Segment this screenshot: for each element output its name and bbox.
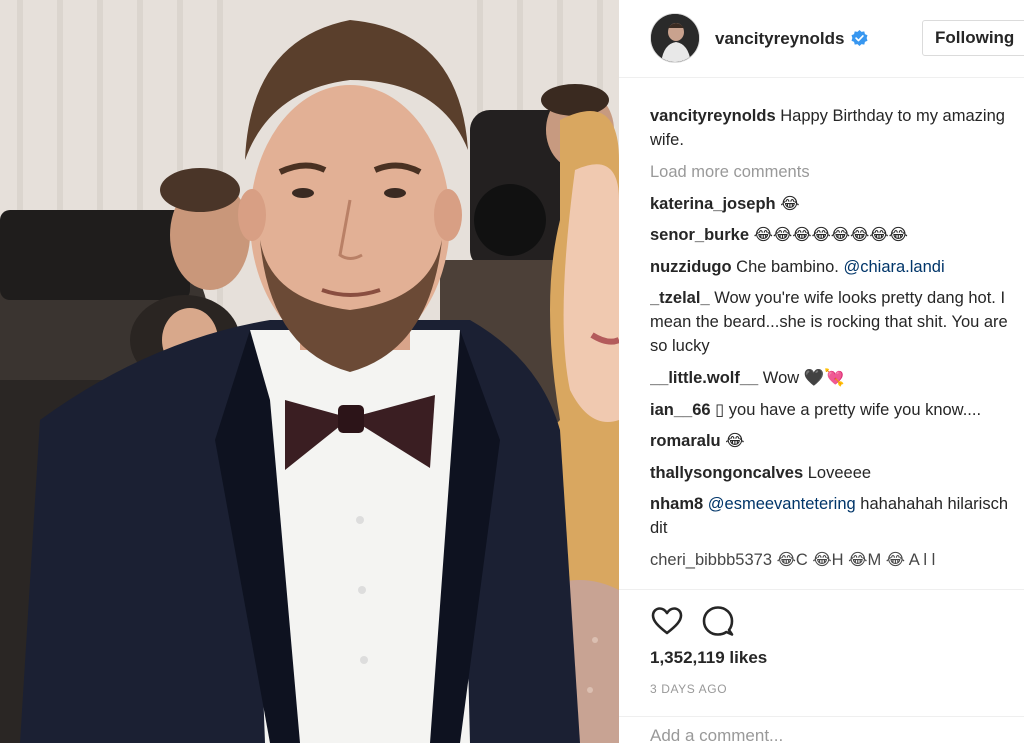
verified-badge-icon: [851, 30, 868, 46]
comment-username[interactable]: katerina_joseph: [650, 195, 776, 213]
comment-item: thallysongoncalves Loveeee: [650, 461, 1010, 485]
photo-illustration: [0, 0, 619, 743]
comment-mention-link[interactable]: @chiara.landi: [843, 258, 944, 276]
comment-text: 😂: [780, 194, 800, 213]
comment-item: _tzelal_ Wow you're wife looks pretty da…: [650, 286, 1010, 358]
comment-item: ian__66 ▯ you have a pretty wife you kno…: [650, 398, 1010, 422]
post-sidebar: vancityreynolds Following vancityreynold…: [619, 0, 1024, 743]
comment-text: ▯ you have a pretty wife you know....: [715, 400, 982, 419]
comment-item-partial: cheri_bibbb5373 😂C 😂H 😂M 😂 A l l: [650, 550, 936, 569]
comment-item: romaralu 😂: [650, 429, 1010, 453]
comment-username[interactable]: nham8: [650, 495, 703, 513]
likes-count[interactable]: 1,352,119 likes: [650, 648, 767, 668]
comment-mention-link[interactable]: @esmeevantetering: [708, 495, 856, 513]
comment-username[interactable]: senor_burke: [650, 226, 749, 244]
comment-username[interactable]: ian__66: [650, 401, 711, 419]
post-author-username[interactable]: vancityreynolds: [715, 29, 844, 49]
comment-text: 😂😂😂😂😂😂😂😂: [753, 226, 908, 245]
post-caption: vancityreynolds Happy Birthday to my ama…: [650, 104, 1010, 152]
comment-username[interactable]: nuzzidugo: [650, 258, 732, 276]
comment-item: nham8 @esmeevantetering hahahahah hilari…: [650, 492, 1010, 540]
caption-username[interactable]: vancityreynolds: [650, 107, 776, 125]
heart-icon[interactable]: [650, 604, 684, 638]
comment-text: Wow 🖤💘: [762, 368, 845, 387]
avatar[interactable]: [650, 13, 700, 63]
comment-text: 😂: [725, 432, 745, 451]
comment-text: Che bambino.: [736, 257, 839, 276]
comment-item: nuzzidugo Che bambino. @chiara.landi: [650, 255, 1010, 279]
comment-username[interactable]: romaralu: [650, 432, 721, 450]
comment-username[interactable]: thallysongoncalves: [650, 464, 803, 482]
comment-item: katerina_joseph 😂: [650, 192, 1010, 216]
comment-item: senor_burke 😂😂😂😂😂😂😂😂: [650, 223, 1010, 247]
comment-text: Loveeee: [807, 463, 872, 482]
comment-username[interactable]: __little.wolf__: [650, 369, 758, 387]
add-comment-input[interactable]: [650, 726, 1010, 743]
add-comment-section: [619, 716, 1024, 743]
following-button[interactable]: Following: [922, 20, 1024, 56]
post-header: vancityreynolds Following: [619, 0, 1024, 78]
post-actions: 1,352,119 likes 3 DAYS AGO: [619, 589, 1024, 743]
comment-username[interactable]: _tzelal_: [650, 289, 710, 307]
comments-list[interactable]: vancityreynolds Happy Birthday to my ama…: [650, 104, 1010, 588]
post-timestamp[interactable]: 3 DAYS AGO: [650, 682, 727, 696]
avatar-image: [651, 14, 699, 62]
comment-item: __little.wolf__ Wow 🖤💘: [650, 366, 1010, 390]
post-photo[interactable]: [0, 0, 619, 743]
load-more-comments-button[interactable]: Load more comments: [650, 160, 1010, 184]
comment-icon[interactable]: [701, 604, 735, 638]
